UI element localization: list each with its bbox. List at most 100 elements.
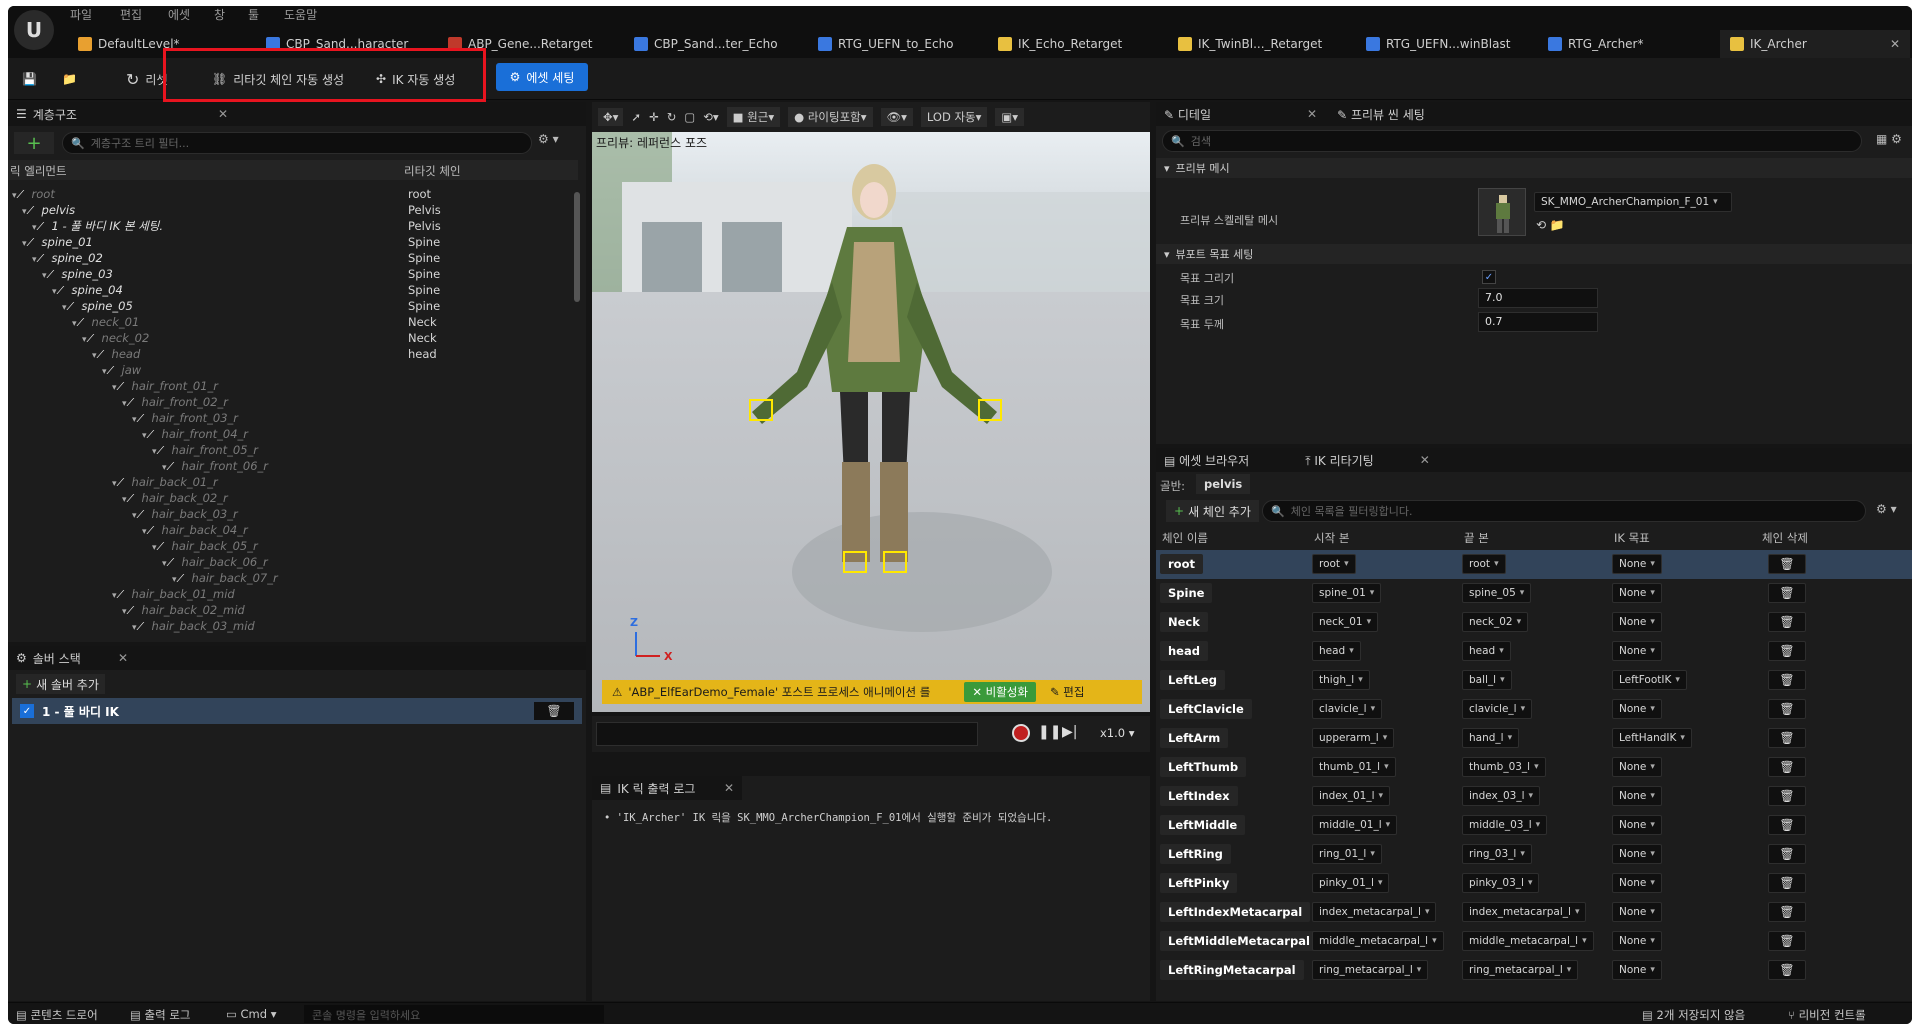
ik-goal-dropdown[interactable]: None ▾	[1612, 960, 1662, 980]
draw-goal-checkbox[interactable]: ✓	[1482, 270, 1496, 284]
chain-name-field[interactable]: LeftLeg	[1160, 670, 1225, 690]
hierarchy-row[interactable]: ▾⟋ spine_03 Spine	[12, 266, 572, 282]
playback-speed-dropdown[interactable]: x1.0 ▾	[1100, 726, 1135, 740]
tab-details[interactable]: ✎ 디테일	[1164, 106, 1211, 123]
close-icon[interactable]: ✕	[218, 107, 228, 121]
start-bone-dropdown[interactable]: thigh_l ▾	[1312, 670, 1370, 690]
chain-name-field[interactable]: LeftPinky	[1160, 873, 1238, 893]
goal-thickness-field[interactable]: 0.7	[1478, 312, 1598, 332]
ik-goal-dropdown[interactable]: None ▾	[1612, 815, 1662, 835]
hierarchy-row[interactable]: ▾⟋ jaw	[12, 362, 572, 378]
revision-control-button[interactable]: ⑂ 리비전 컨트롤	[1788, 1007, 1866, 1023]
ik-goal-dropdown[interactable]: None ▾	[1612, 612, 1662, 632]
chain-name-field[interactable]: Spine	[1160, 583, 1213, 603]
end-bone-dropdown[interactable]: ball_l ▾	[1462, 670, 1512, 690]
tab-rtg-uefn-twinblast[interactable]: RTG_UEFN...winBlast	[1356, 30, 1520, 58]
settings-icon[interactable]: ⚙ ▾	[1876, 502, 1897, 516]
delete-chain-icon[interactable]: 🗑	[1768, 583, 1806, 603]
menu-file[interactable]: 파일	[70, 6, 92, 23]
chain-filter-input[interactable]: 🔍 체인 목록을 필터링합니다.	[1262, 500, 1866, 522]
hierarchy-row[interactable]: ▾⟋ spine_01 Spine	[12, 234, 572, 250]
output-log-button[interactable]: ▤ 출력 로그	[130, 1007, 191, 1023]
hierarchy-row[interactable]: ▾⟋ pelvis Pelvis	[12, 202, 572, 218]
unreal-logo-icon[interactable]: U	[14, 10, 54, 50]
hierarchy-row[interactable]: ▾⟋ hair_front_02_r	[12, 394, 572, 410]
details-search-input[interactable]: 🔍 검색	[1162, 130, 1862, 152]
hierarchy-row[interactable]: ▾⟋ hair_back_04_r	[12, 522, 572, 538]
end-bone-dropdown[interactable]: middle_metacarpal_l ▾	[1462, 931, 1594, 951]
solver-enabled-checkbox[interactable]: ✓	[20, 704, 34, 718]
coordinate-space-icon[interactable]: ⟲▾	[703, 110, 718, 124]
hierarchy-row[interactable]: ▾⟋ hair_back_05_r	[12, 538, 572, 554]
end-bone-dropdown[interactable]: thumb_03_l ▾	[1462, 757, 1546, 777]
hierarchy-row[interactable]: ▾⟋ spine_04 Spine	[12, 282, 572, 298]
start-bone-dropdown[interactable]: middle_01_l ▾	[1312, 815, 1398, 835]
hierarchy-row[interactable]: ▾⟋ hair_front_04_r	[12, 426, 572, 442]
start-bone-dropdown[interactable]: upperarm_l ▾	[1312, 728, 1395, 748]
tab-ik-twinblast-retarget[interactable]: IK_TwinBl..._Retarget	[1168, 30, 1332, 58]
hierarchy-row[interactable]: ▾⟋ hair_front_05_r	[12, 442, 572, 458]
start-bone-dropdown[interactable]: root ▾	[1312, 554, 1356, 574]
lod-dropdown[interactable]: LOD 자동▾	[920, 107, 988, 127]
delete-chain-icon[interactable]: 🗑	[1768, 612, 1806, 632]
close-icon[interactable]: ✕	[724, 781, 734, 795]
rotate-icon[interactable]: ↻	[667, 110, 677, 124]
delete-chain-icon[interactable]: 🗑	[1768, 699, 1806, 719]
ik-goal-dropdown[interactable]: LeftFootIK ▾	[1612, 670, 1687, 690]
chain-name-field[interactable]: head	[1160, 641, 1208, 661]
ik-goal-dropdown[interactable]: None ▾	[1612, 757, 1662, 777]
delete-chain-icon[interactable]: 🗑	[1768, 960, 1806, 980]
delete-chain-icon[interactable]: 🗑	[1768, 902, 1806, 922]
end-bone-dropdown[interactable]: head ▾	[1462, 641, 1511, 661]
delete-chain-icon[interactable]: 🗑	[1768, 873, 1806, 893]
menu-tools[interactable]: 툴	[248, 6, 259, 23]
lighting-dropdown[interactable]: ● 라이팅포함▾	[788, 107, 873, 127]
mesh-browse-icons[interactable]: ⟲ 📁	[1536, 218, 1565, 232]
chain-row[interactable]: Neck neck_01 ▾ neck_02 ▾ None ▾ 🗑	[1156, 608, 1912, 637]
show-dropdown[interactable]: 👁▾	[880, 108, 913, 126]
start-bone-dropdown[interactable]: ring_metacarpal_l ▾	[1312, 960, 1429, 980]
tab-ik-retargeting[interactable]: ⤒ IK 리타기팅	[1305, 452, 1374, 469]
hierarchy-row[interactable]: ▾⟋ hair_front_01_r	[12, 378, 572, 394]
delete-chain-icon[interactable]: 🗑	[1768, 670, 1806, 690]
tab-cbp-sand-ter-echo[interactable]: CBP_Sand...ter_Echo	[624, 30, 788, 58]
hierarchy-row[interactable]: ▾⟋ spine_02 Spine	[12, 250, 572, 266]
unsaved-button[interactable]: ▤ 2개 저장되지 않음	[1642, 1007, 1745, 1023]
ik-log-tab[interactable]: ▤ IK 릭 출력 로그 ✕	[592, 776, 742, 800]
start-bone-dropdown[interactable]: clavicle_l ▾	[1312, 699, 1383, 719]
delete-chain-icon[interactable]: 🗑	[1768, 844, 1806, 864]
chain-row[interactable]: LeftRing ring_01_l ▾ ring_03_l ▾ None ▾ 🗑	[1156, 840, 1912, 869]
chain-row[interactable]: LeftLeg thigh_l ▾ ball_l ▾ LeftFootIK ▾ 🗑	[1156, 666, 1912, 695]
solver-stack-tab[interactable]: ⚙ 솔버 스택 ✕	[8, 646, 586, 670]
browse-icon[interactable]: 📁	[54, 66, 85, 92]
chain-name-field[interactable]: LeftIndex	[1160, 786, 1238, 806]
chain-name-field[interactable]: LeftArm	[1160, 728, 1229, 748]
close-icon[interactable]: ✕	[1307, 107, 1317, 121]
tab-preview-scene-settings[interactable]: ✎ 프리뷰 씬 세팅	[1337, 106, 1425, 123]
chain-row[interactable]: root root ▾ root ▾ None ▾ 🗑	[1156, 550, 1912, 579]
save-icon[interactable]: 💾	[14, 66, 45, 92]
settings-icon[interactable]: ⚙ ▾	[538, 132, 559, 146]
screen-percentage-icon[interactable]: ▣▾	[995, 108, 1025, 126]
close-tab-icon[interactable]: ✕	[1890, 37, 1900, 51]
step-forward-icon[interactable]: ▶|	[1062, 724, 1077, 740]
start-bone-dropdown[interactable]: ring_01_l ▾	[1312, 844, 1382, 864]
hierarchy-row[interactable]: ▾⟋ hair_back_01_mid	[12, 586, 572, 602]
chain-row[interactable]: LeftArm upperarm_l ▾ hand_l ▾ LeftHandIK ▾ 🗑	[1156, 724, 1912, 753]
ik-goal-dropdown[interactable]: None ▾	[1612, 902, 1662, 922]
perspective-dropdown[interactable]: ■ 원근▾	[726, 107, 781, 127]
solver-item[interactable]: ✓ 1 - 풀 바디 IK 🗑	[12, 698, 582, 724]
end-bone-dropdown[interactable]: index_metacarpal_l ▾	[1462, 902, 1587, 922]
menu-window[interactable]: 창	[214, 6, 225, 23]
start-bone-dropdown[interactable]: index_01_l ▾	[1312, 786, 1391, 806]
hierarchy-row[interactable]: ▾⟋ hair_front_06_r	[12, 458, 572, 474]
hierarchy-row[interactable]: ▾⟋ neck_02 Neck	[12, 330, 572, 346]
chain-row[interactable]: LeftThumb thumb_01_l ▾ thumb_03_l ▾ None ▾ 🗑	[1156, 753, 1912, 782]
chain-row[interactable]: LeftRingMetacarpal ring_metacarpal_l ▾ ring…	[1156, 956, 1912, 985]
hierarchy-row[interactable]: ▾⟋ 1 - 풀 바디 IK 본 세팅. Pelvis	[12, 218, 572, 234]
hierarchy-row[interactable]: ▾⟋ hair_back_03_mid	[12, 618, 572, 634]
chain-name-field[interactable]: Neck	[1160, 612, 1208, 632]
add-element-button[interactable]: +	[14, 132, 54, 154]
chain-row[interactable]: LeftMiddle middle_01_l ▾ middle_03_l ▾ None ▾ 🗑	[1156, 811, 1912, 840]
chain-row[interactable]: LeftMiddleMetacarpal middle_metacarpal_l ▾…	[1156, 927, 1912, 956]
